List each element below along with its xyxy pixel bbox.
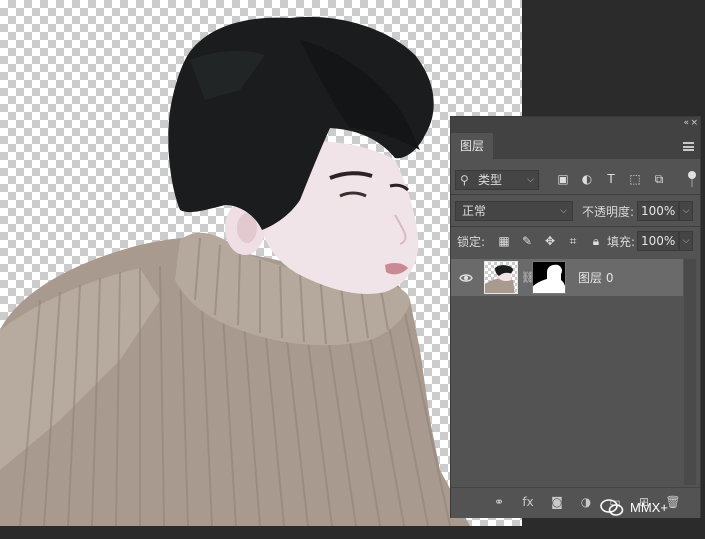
blend-mode-select[interactable]: 正常 ⌵ bbox=[455, 201, 573, 221]
layers-scrollbar[interactable] bbox=[684, 259, 696, 485]
lock-all-icon[interactable]: 🔒︎ bbox=[588, 233, 604, 249]
layer-name[interactable]: 图层 0 bbox=[578, 269, 613, 286]
lock-transparent-pixels-icon[interactable]: ▦ bbox=[496, 233, 512, 249]
add-mask-icon[interactable]: ◙ bbox=[549, 494, 565, 510]
filter-kind-select[interactable]: ⚲ 类型 ⌵ bbox=[455, 170, 539, 190]
filter-type-icon[interactable]: T bbox=[603, 171, 619, 187]
fill-dropdown-icon[interactable]: ⌵ bbox=[679, 231, 693, 251]
lock-row: 锁定: ▦ ✎ ✥ ⌗ 🔒︎ 填充: 100% ⌵ bbox=[451, 230, 700, 252]
link-layers-icon[interactable]: ⚭ bbox=[491, 494, 507, 510]
divider bbox=[451, 226, 700, 227]
blend-mode-value: 正常 bbox=[462, 204, 487, 218]
wechat-icon bbox=[600, 499, 624, 516]
filter-smart-object-icon[interactable]: ⧉ bbox=[651, 171, 667, 187]
status-strip bbox=[0, 526, 705, 539]
chevron-down-icon: ⌵ bbox=[527, 175, 534, 185]
blend-row: 正常 ⌵ 不透明度: 100% ⌵ bbox=[451, 200, 700, 222]
tab-layers[interactable]: 图层 bbox=[451, 133, 493, 159]
opacity-label: 不透明度: bbox=[582, 205, 635, 219]
watermark-text: MMX+ bbox=[630, 500, 668, 515]
lock-icons: ▦ ✎ ✥ ⌗ 🔒︎ bbox=[496, 233, 604, 249]
divider bbox=[451, 194, 700, 195]
panel-tab-row: 图层 bbox=[451, 133, 700, 159]
filter-adjustment-icon[interactable]: ◐ bbox=[579, 171, 595, 187]
opacity-input[interactable]: 100% bbox=[637, 201, 679, 221]
panel-menu-icon[interactable] bbox=[683, 142, 694, 151]
filter-shape-icon[interactable]: ⬚ bbox=[627, 171, 643, 187]
layer-filter-row: ⚲ 类型 ⌵ ▣ ◐ T ⬚ ⧉ bbox=[451, 167, 700, 193]
fill-input[interactable]: 100% bbox=[637, 231, 679, 251]
layer-mask-thumbnail[interactable] bbox=[532, 261, 566, 294]
adjustment-layer-icon[interactable]: ◑ bbox=[578, 494, 594, 510]
search-icon: ⚲ bbox=[460, 173, 469, 187]
layers-list: ⛓︎ 图层 0 bbox=[451, 255, 700, 487]
layer-row[interactable]: ⛓︎ 图层 0 bbox=[451, 259, 683, 296]
lock-label: 锁定: bbox=[457, 235, 486, 249]
opacity-dropdown-icon[interactable]: ⌵ bbox=[679, 201, 693, 221]
fill-label: 填充: bbox=[607, 235, 636, 249]
layer-style-icon[interactable]: fx bbox=[520, 494, 536, 510]
panel-collapse-bar: « × bbox=[451, 117, 700, 133]
layer-thumbnail[interactable] bbox=[484, 261, 518, 294]
filter-pixel-icon[interactable]: ▣ bbox=[555, 171, 571, 187]
document-canvas[interactable] bbox=[0, 0, 522, 526]
close-panel-icon[interactable]: × bbox=[690, 118, 698, 128]
lock-artboard-icon[interactable]: ⌗ bbox=[565, 233, 581, 249]
filter-icons: ▣ ◐ T ⬚ ⧉ bbox=[555, 171, 667, 189]
person-cutout-image bbox=[0, 16, 470, 526]
layers-panel: « × 图层 ⚲ 类型 ⌵ ▣ ◐ T ⬚ ⧉ 正常 ⌵ 不透明度: 100% ⌵ 锁定… bbox=[450, 116, 701, 518]
filter-toggle-icon[interactable] bbox=[688, 171, 696, 179]
watermark: MMX+ bbox=[600, 497, 700, 521]
filter-toggle-stem bbox=[691, 179, 693, 187]
filter-kind-label: 类型 bbox=[478, 173, 503, 187]
lock-position-icon[interactable]: ✥ bbox=[542, 233, 558, 249]
lock-image-pixels-icon[interactable]: ✎ bbox=[519, 233, 535, 249]
eye-icon[interactable] bbox=[459, 271, 473, 285]
chevron-down-icon: ⌵ bbox=[560, 206, 567, 216]
collapse-panel-icon[interactable]: « bbox=[683, 118, 688, 128]
